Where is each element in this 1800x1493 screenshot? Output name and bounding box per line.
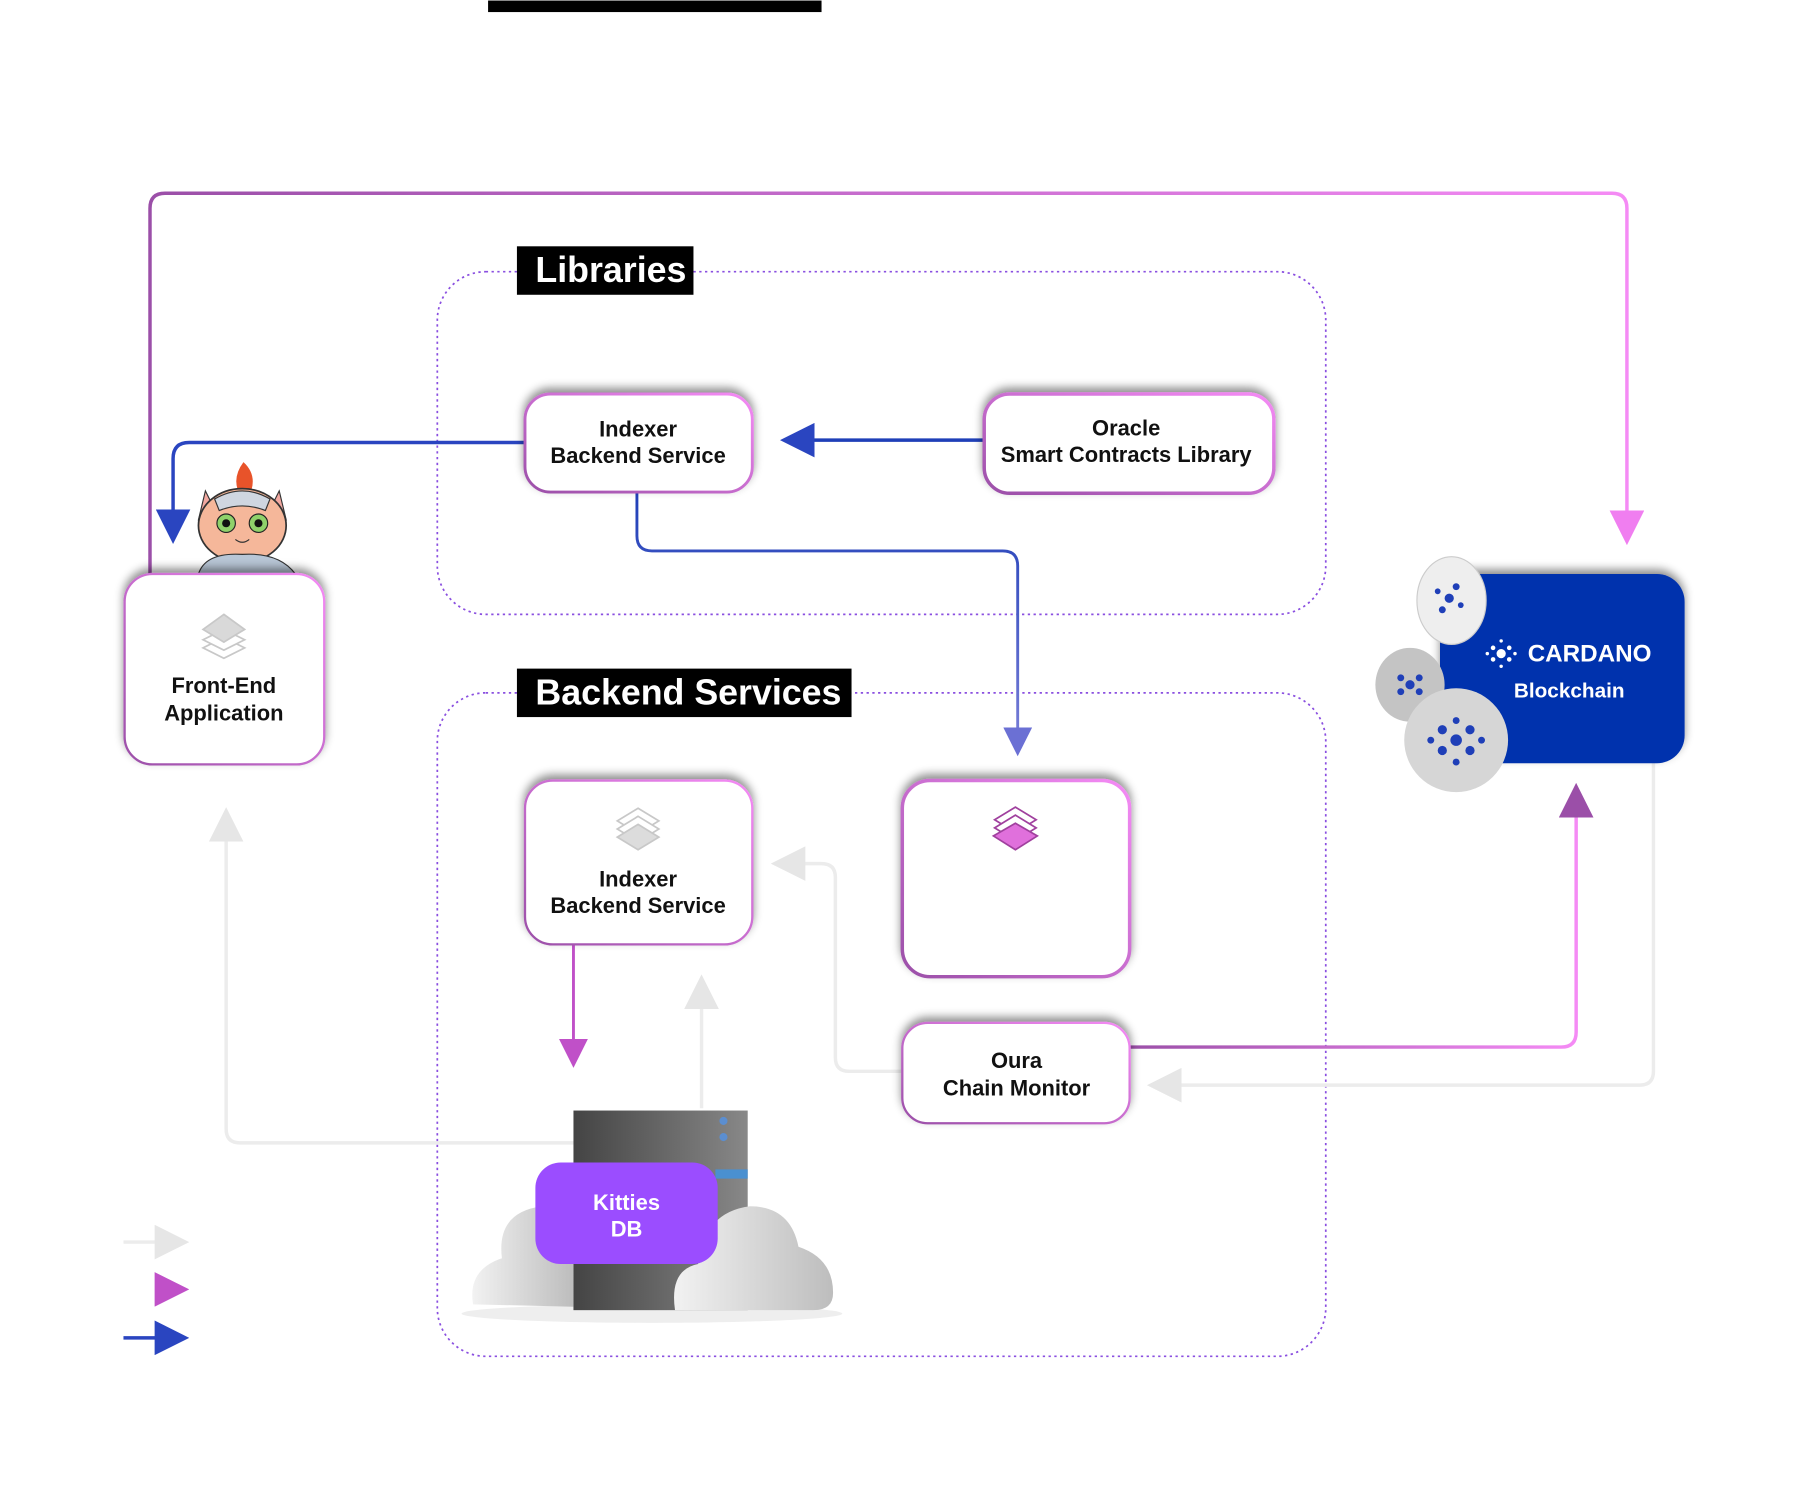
node-subtitle: Backend Service: [550, 893, 725, 918]
node-subtitle: Application: [164, 701, 283, 726]
cardano-subtitle: Blockchain: [1514, 679, 1625, 702]
indexer-library-node[interactable]: Indexer Backend Service: [523, 392, 754, 494]
node-title: Indexer: [599, 867, 677, 892]
node-title: Front-End: [172, 673, 277, 698]
libraries-label: Libraries: [516, 246, 694, 295]
flow-db-to-frontend: [208, 807, 574, 1145]
cat-mascot: [197, 462, 297, 575]
cardano-brand: CARDANO: [1528, 641, 1652, 668]
legend: [123, 1224, 190, 1356]
node-subtitle: Backend Service: [550, 443, 725, 468]
empty-service-node[interactable]: [900, 778, 1132, 979]
libraries-title: Libraries: [535, 250, 686, 290]
node-title: Oracle: [1092, 416, 1160, 441]
oracle-node[interactable]: Oracle Smart Contracts Library: [982, 392, 1276, 495]
frontend-node[interactable]: Front-End Application: [123, 572, 326, 766]
node-title: Oura: [991, 1048, 1043, 1073]
architecture-diagram: Libraries Backend Services Indexer Backe…: [123, 0, 1685, 1358]
node-subtitle: Smart Contracts Library: [1001, 442, 1253, 467]
top-black-bar: [488, 0, 822, 13]
node-title: Indexer: [599, 417, 677, 442]
oura-node[interactable]: Oura Chain Monitor: [901, 1021, 1131, 1125]
flow-oura-to-cardano: [1129, 782, 1594, 1049]
backend-services-label: Backend Services: [516, 668, 852, 718]
db-title: Kitties: [593, 1190, 660, 1215]
flow-cardano-to-oura: [1146, 762, 1656, 1103]
node-subtitle: Chain Monitor: [943, 1076, 1091, 1101]
db-subtitle: DB: [611, 1216, 643, 1241]
cardano-blockchain-node[interactable]: CARDANO Blockchain: [1375, 556, 1685, 793]
flow-frontend-to-cardano: [148, 191, 1645, 574]
flow-oura-to-indexer: [770, 846, 903, 1074]
backend-title: Backend Services: [535, 672, 841, 712]
indexer-service-node[interactable]: Indexer Backend Service: [523, 779, 754, 946]
